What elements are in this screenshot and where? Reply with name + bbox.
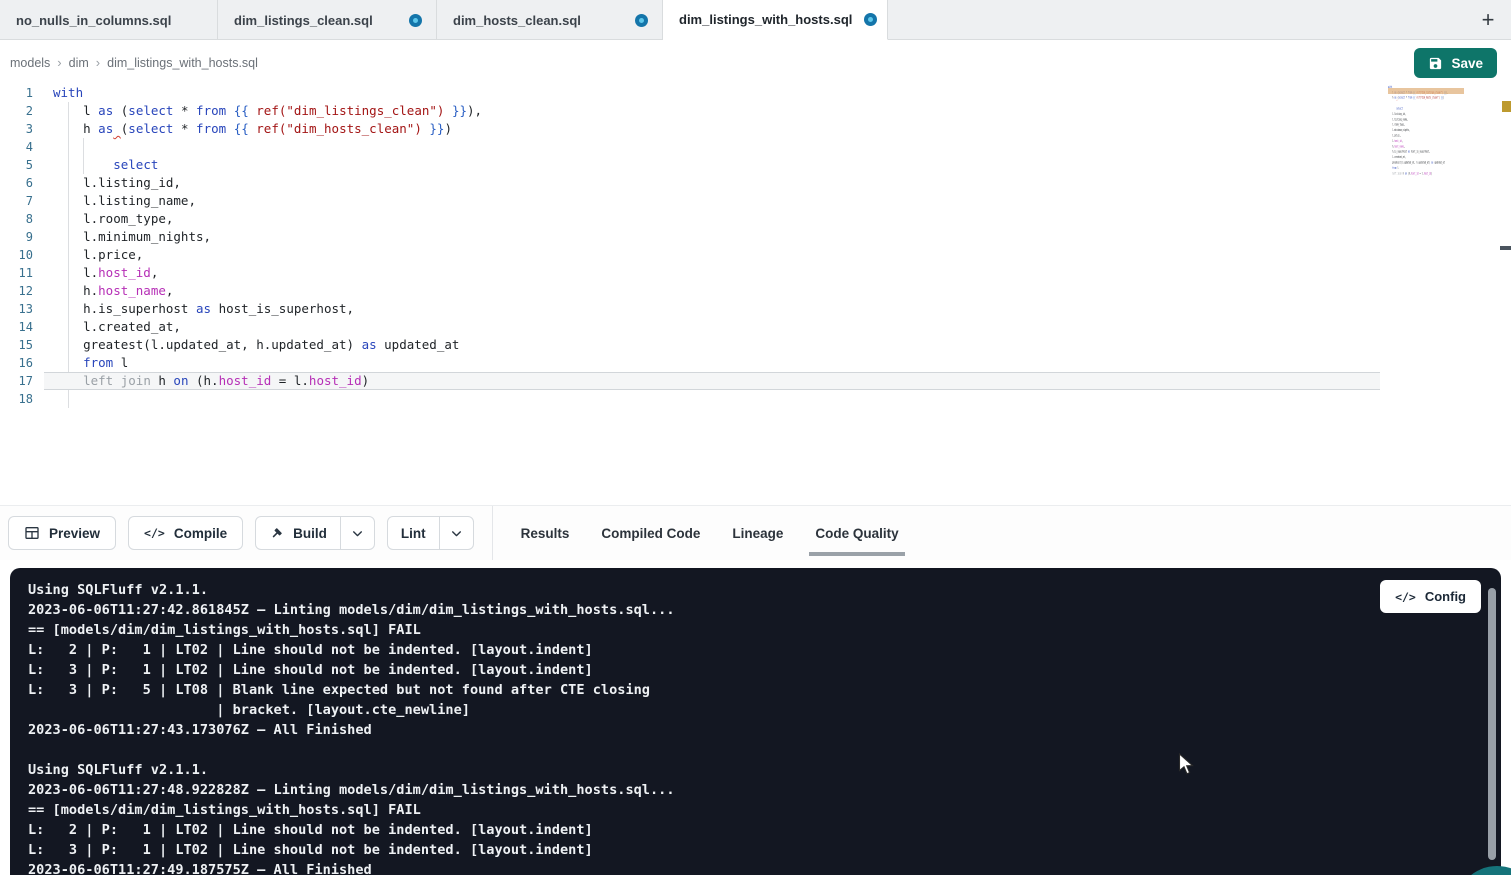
code-editor[interactable]: 1with2 l as (select * from {{ ref("dim_l…	[0, 84, 1511, 505]
unsaved-changes-icon	[864, 13, 877, 26]
hammer-icon	[269, 526, 284, 541]
line-number: 18	[0, 390, 33, 408]
minimap[interactable]: with l as (select * from {{ ref("dim_lis…	[1388, 84, 1466, 264]
file-tab[interactable]: dim_listings_with_hosts.sql	[663, 0, 888, 40]
chevron-down-icon	[450, 527, 463, 540]
file-header-row: models › dim › dim_listings_with_hosts.sql S…	[0, 41, 1511, 84]
code-line[interactable]: 12 h.host_name,	[0, 282, 1511, 300]
breadcrumb-item[interactable]: dim_listings_with_hosts.sql	[107, 56, 258, 70]
file-tab-label: dim_listings_with_hosts.sql	[679, 12, 852, 27]
tab-compiled-code[interactable]: Compiled Code	[601, 506, 700, 561]
line-number: 3	[0, 120, 33, 138]
preview-button[interactable]: Preview	[8, 516, 116, 550]
code-line[interactable]: 8 l.room_type,	[0, 210, 1511, 228]
line-number: 14	[0, 318, 33, 336]
line-number: 13	[0, 300, 33, 318]
file-tab-bar: no_nulls_in_columns.sql dim_listings_clea…	[0, 0, 1511, 40]
code-line[interactable]: 3 h as (select * from {{ ref("dim_hosts_…	[0, 120, 1511, 138]
build-label: Build	[293, 526, 327, 541]
line-number: 11	[0, 264, 33, 282]
file-tab-label: dim_hosts_clean.sql	[453, 13, 581, 28]
unsaved-changes-icon	[409, 14, 422, 27]
line-number: 6	[0, 174, 33, 192]
overview-ruler-cursor-marker	[1500, 246, 1511, 250]
lint-button[interactable]: Lint	[388, 517, 439, 549]
build-split-button: Build	[255, 516, 375, 550]
new-tab-button[interactable]: +	[1473, 5, 1503, 35]
line-number: 15	[0, 336, 33, 354]
code-line[interactable]: 11 l.host_id,	[0, 264, 1511, 282]
terminal-panel: Using SQLFluff v2.1.1. 2023-06-06T11:27:…	[0, 560, 1511, 875]
line-number: 7	[0, 192, 33, 210]
compile-button[interactable]: </> Compile	[128, 516, 243, 550]
line-number: 5	[0, 156, 33, 174]
lint-label: Lint	[401, 526, 426, 541]
line-number: 16	[0, 354, 33, 372]
minimap-highlight	[1388, 88, 1464, 94]
file-tab[interactable]: dim_hosts_clean.sql	[437, 0, 663, 40]
code-line[interactable]: 16 from l	[0, 354, 1511, 372]
code-icon: </>	[144, 526, 165, 540]
build-dropdown-button[interactable]	[340, 517, 374, 549]
save-button[interactable]: Save	[1414, 48, 1497, 78]
preview-label: Preview	[49, 526, 100, 541]
breadcrumb-separator: ›	[96, 55, 100, 70]
line-number: 8	[0, 210, 33, 228]
line-number: 9	[0, 228, 33, 246]
compile-label: Compile	[174, 526, 227, 541]
code-icon: </>	[1395, 590, 1416, 604]
breadcrumb-item[interactable]: dim	[69, 56, 89, 70]
action-toolbar: Preview </> Compile Build	[0, 505, 1511, 560]
breadcrumb-item[interactable]: models	[10, 56, 50, 70]
terminal-scrollbar[interactable]	[1488, 588, 1496, 860]
code-line[interactable]: 9 l.minimum_nights,	[0, 228, 1511, 246]
overview-ruler-warning-marker	[1502, 101, 1511, 112]
code-line[interactable]: 6 l.listing_id,	[0, 174, 1511, 192]
code-line[interactable]: 15 greatest(l.updated_at, h.updated_at) …	[0, 336, 1511, 354]
code-line[interactable]: 18	[0, 390, 1511, 408]
line-number: 17	[0, 372, 33, 390]
code-line[interactable]: 17 left join h on (h.host_id = l.host_id…	[0, 372, 1511, 390]
tab-results[interactable]: Results	[521, 506, 570, 561]
config-label: Config	[1425, 589, 1466, 604]
config-button[interactable]: </> Config	[1380, 580, 1481, 613]
file-tab[interactable]: no_nulls_in_columns.sql	[0, 0, 218, 40]
lint-dropdown-button[interactable]	[439, 517, 473, 549]
chevron-down-icon	[351, 527, 364, 540]
save-label: Save	[1451, 56, 1483, 71]
terminal-output: Using SQLFluff v2.1.1. 2023-06-06T11:27:…	[28, 580, 675, 875]
lint-output-terminal[interactable]: Using SQLFluff v2.1.1. 2023-06-06T11:27:…	[10, 568, 1501, 875]
code-line[interactable]: 1with	[0, 84, 1511, 102]
line-number: 10	[0, 246, 33, 264]
breadcrumb-separator: ›	[57, 55, 61, 70]
unsaved-changes-icon	[635, 14, 648, 27]
breadcrumb: models › dim › dim_listings_with_hosts.sql	[10, 41, 258, 84]
file-tab-label: no_nulls_in_columns.sql	[16, 13, 171, 28]
file-tab[interactable]: dim_listings_clean.sql	[218, 0, 437, 40]
code-line[interactable]: 13 h.is_superhost as host_is_superhost,	[0, 300, 1511, 318]
code-line[interactable]: 10 l.price,	[0, 246, 1511, 264]
toolbar-divider	[492, 506, 493, 561]
code-line[interactable]: 5 select	[0, 156, 1511, 174]
code-line[interactable]: 7 l.listing_name,	[0, 192, 1511, 210]
code-line[interactable]: 4	[0, 138, 1511, 156]
dbt-cloud-ide: { "colors": { "save": "#0e7569", "kw": "…	[0, 0, 1511, 875]
line-number: 2	[0, 102, 33, 120]
result-tabs: Results Compiled Code Lineage Code Quali…	[521, 506, 899, 561]
tab-code-quality[interactable]: Code Quality	[815, 506, 898, 561]
line-number: 4	[0, 138, 33, 156]
floppy-disk-icon	[1428, 56, 1443, 71]
code-line[interactable]: 14 l.created_at,	[0, 318, 1511, 336]
table-icon	[24, 525, 40, 541]
line-number: 12	[0, 282, 33, 300]
line-number: 1	[0, 84, 33, 102]
lint-split-button: Lint	[387, 516, 474, 550]
build-button[interactable]: Build	[256, 517, 340, 549]
file-tab-label: dim_listings_clean.sql	[234, 13, 373, 28]
tab-lineage[interactable]: Lineage	[732, 506, 783, 561]
code-line[interactable]: 2 l as (select * from {{ ref("dim_listin…	[0, 102, 1511, 120]
